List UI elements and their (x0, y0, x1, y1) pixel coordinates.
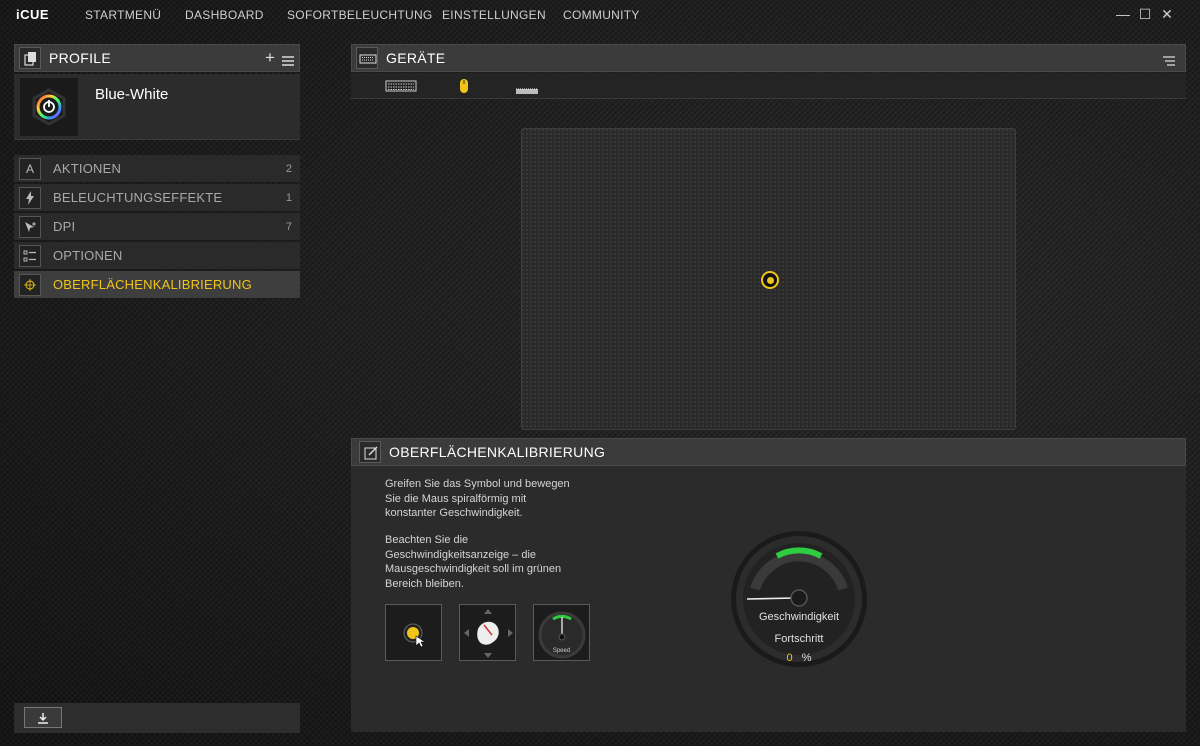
maximize-icon[interactable]: ☐ (1137, 6, 1153, 22)
sidebar-item-label: BELEUCHTUNGSEFFEKTE (53, 190, 223, 205)
sidebar-item-lighting-effects[interactable]: BELEUCHTUNGSEFFEKTE 1 (14, 184, 300, 212)
nav-settings[interactable]: EINSTELLUNGEN (442, 8, 546, 22)
sidebar-item-count: 7 (285, 220, 292, 233)
instructions-part-1: Greifen Sie das Symbol und bewegen Sie d… (385, 478, 570, 519)
sidebar-item-label: AKTIONEN (53, 161, 122, 176)
progress-label: Fortschritt (774, 633, 824, 645)
profiles-title: PROFILE (49, 50, 112, 66)
profile-thumbnail (20, 78, 78, 136)
app-logo: iCUE (16, 7, 50, 22)
sidebar-footer (14, 703, 300, 733)
close-icon[interactable]: ✕ (1159, 6, 1175, 22)
sidebar-item-surface-calibration[interactable]: OBERFLÄCHENKALIBRIERUNG (14, 271, 300, 299)
dpi-icon (19, 215, 41, 238)
instructions-part-2: Beachten Sie die Geschwindigkeitsanzeige… (385, 534, 562, 590)
calibration-title: OBERFLÄCHENKALIBRIERUNG (389, 444, 606, 460)
sidebar-item-label: DPI (53, 219, 76, 234)
hint-tile-speed-icon: Speed (533, 604, 590, 661)
letter-a-icon: A (19, 157, 41, 180)
device-mouse-icon[interactable] (459, 78, 469, 99)
sidebar-item-count: 2 (285, 162, 292, 175)
keyboard-icon (356, 47, 378, 69)
plus-icon[interactable]: + (265, 48, 275, 68)
nav-community[interactable]: COMMUNITY (563, 8, 640, 22)
devices-header: GERÄTE (351, 44, 1186, 72)
speed-label: Speed (552, 648, 571, 654)
calibration-header: OBERFLÄCHENKALIBRIERUNG (351, 438, 1186, 466)
import-profile-button[interactable] (24, 707, 62, 728)
device-keyboard-icon[interactable] (385, 79, 417, 98)
edit-icon (359, 441, 381, 463)
progress-value: 0 (786, 652, 793, 664)
speed-gauge (729, 529, 869, 669)
crosshair-icon (19, 273, 41, 296)
nav-instant-lighting[interactable]: SOFORTBELEUCHTUNG (287, 8, 433, 22)
hamburger-icon[interactable] (1163, 53, 1175, 71)
sidebar-item-label: OBERFLÄCHENKALIBRIERUNG (53, 277, 252, 292)
calibration-surface[interactable] (521, 128, 1016, 430)
devices-title: GERÄTE (386, 50, 446, 66)
current-profile-card[interactable]: Blue-White (14, 74, 300, 140)
sidebar-item-actions[interactable]: A AKTIONEN 2 (14, 155, 300, 183)
sidebar-item-options[interactable]: OPTIONEN (14, 242, 300, 270)
icue-logo-icon (32, 88, 66, 126)
calibration-target-handle[interactable] (761, 271, 779, 289)
profile-name: Blue-White (95, 86, 169, 103)
profiles-header: PROFILE + (14, 44, 300, 72)
progress-unit: % (801, 652, 812, 664)
nav-dashboard[interactable]: DASHBOARD (185, 8, 264, 22)
progress-readout: 0 % (729, 652, 869, 664)
device-mousepad-icon[interactable] (515, 82, 539, 100)
speed-gauge-label: Geschwindigkeit (758, 611, 840, 623)
lightning-icon (19, 186, 41, 209)
sidebar-item-count: 1 (285, 191, 292, 204)
sidebar-item-label: OPTIONEN (53, 248, 123, 263)
download-icon (38, 712, 48, 724)
hint-tile-mouse-icon (459, 604, 516, 661)
options-icon (19, 244, 41, 267)
sidebar-item-dpi[interactable]: DPI 7 (14, 213, 300, 241)
devices-strip (351, 73, 1186, 99)
profiles-icon (19, 47, 41, 69)
hamburger-icon[interactable] (282, 53, 294, 71)
nav-startmenu[interactable]: STARTMENÜ (85, 8, 161, 22)
top-navigation: iCUE STARTMENÜ DASHBOARD SOFORTBELEUCHTU… (0, 0, 1200, 30)
hint-tile-grab-icon (385, 604, 442, 661)
minimize-icon[interactable]: — (1115, 6, 1131, 22)
